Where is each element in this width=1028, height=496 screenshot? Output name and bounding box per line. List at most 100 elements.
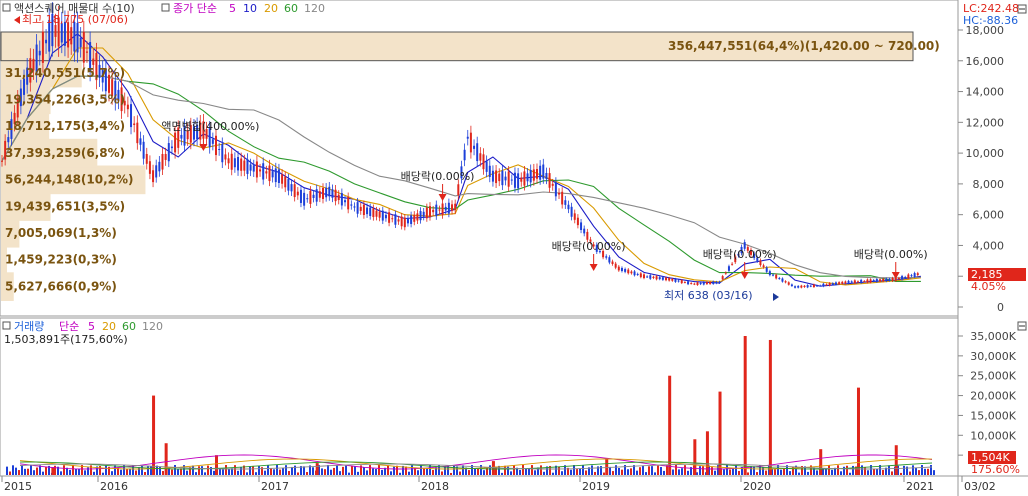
price-candle — [290, 184, 293, 192]
volume-bar — [105, 465, 107, 475]
volume-bar — [387, 465, 389, 475]
volume-bar — [645, 472, 647, 475]
volume-bar — [204, 472, 206, 475]
price-candle — [249, 164, 252, 171]
price-candle — [1, 160, 3, 162]
event-label: 배당락(0.00%) — [703, 248, 777, 261]
legend-checkbox[interactable] — [2, 321, 11, 330]
volume-bar — [762, 467, 764, 475]
volume-bar — [381, 469, 383, 475]
price-candle — [211, 139, 214, 144]
volume-spike-bar — [894, 445, 898, 475]
volume-bar — [789, 471, 791, 475]
volume-bar — [321, 468, 323, 475]
volume-bar — [342, 466, 344, 475]
price-candle — [545, 172, 548, 180]
price-candle — [875, 279, 878, 282]
price-candle — [853, 280, 856, 284]
volume-bar — [582, 465, 584, 475]
ma-period-10[interactable]: 10 — [243, 2, 257, 15]
price-candle — [576, 217, 579, 226]
volume-bar — [114, 465, 116, 475]
price-tick-label: 16,000 — [966, 55, 1005, 68]
vol-ma-period-5[interactable]: 5 — [88, 320, 95, 333]
price-candle — [765, 267, 768, 272]
vol-ma-period-60[interactable]: 60 — [122, 320, 136, 333]
volume-bar — [672, 469, 674, 475]
price-candle — [384, 214, 387, 219]
volume-bar — [102, 472, 104, 475]
price-candle — [885, 278, 888, 282]
volume-bar — [591, 465, 593, 475]
price-candle — [174, 132, 177, 153]
price-candle — [230, 153, 233, 170]
volume-bar — [702, 466, 704, 475]
legend-checkbox[interactable] — [2, 3, 11, 12]
volume-bar — [924, 468, 926, 475]
price-candle — [611, 261, 614, 265]
volume-ma-legend[interactable]: 단순 — [59, 320, 79, 333]
volume-bar — [444, 466, 446, 475]
price-candle — [690, 283, 693, 285]
price-candle — [375, 210, 378, 217]
price-candle — [438, 209, 441, 211]
price-candle — [473, 145, 476, 149]
volume-bar — [873, 468, 875, 475]
volume-spike-bar — [315, 463, 319, 475]
legend-checkbox[interactable] — [161, 3, 170, 12]
price-candle — [240, 158, 243, 171]
volume-bar — [636, 470, 638, 475]
volume-bar — [240, 467, 242, 475]
volume-bar — [513, 465, 515, 475]
volume-bar — [348, 472, 350, 475]
ma-period-60[interactable]: 60 — [284, 2, 298, 15]
price-candle — [214, 135, 217, 156]
volume-spike-bar — [743, 336, 747, 475]
price-candle — [819, 285, 822, 287]
volume-bar — [609, 466, 611, 475]
price-tick-label: 4,000 — [973, 239, 1005, 252]
price-candle — [507, 171, 510, 187]
vol-ma-period-120[interactable]: 120 — [142, 320, 163, 333]
price-candle — [233, 158, 236, 168]
price-candle — [463, 149, 466, 161]
price-candle — [608, 257, 611, 263]
price-candle — [328, 186, 331, 197]
volume-bar — [399, 472, 401, 475]
ma-period-5[interactable]: 5 — [229, 2, 236, 15]
volume-bar — [543, 471, 545, 475]
price-candle — [882, 278, 885, 282]
price-candle — [255, 161, 258, 178]
price-candle — [435, 204, 438, 217]
price-candle — [334, 189, 337, 202]
price-candle — [617, 266, 620, 271]
stock-chart[interactable]: 02,0004,0006,0008,00010,00012,00014,0001… — [0, 0, 1028, 496]
price-candle — [180, 134, 183, 139]
price-candle — [721, 276, 724, 280]
ma-period-20[interactable]: 20 — [264, 2, 278, 15]
volume-bar — [6, 466, 8, 475]
volume-bar — [639, 467, 641, 475]
volume-bar — [774, 469, 776, 475]
price-candle — [45, 39, 48, 44]
vol-ma-period-20[interactable]: 20 — [102, 320, 116, 333]
volume-bar — [111, 471, 113, 475]
volume-bar — [654, 472, 656, 475]
price-candle — [344, 200, 347, 203]
price-candle — [164, 153, 167, 160]
price-candle — [359, 206, 362, 211]
volume-bar — [426, 468, 428, 475]
ma-period-120[interactable]: 120 — [304, 2, 325, 15]
volume-spike-bar — [718, 391, 722, 475]
volume-profile-label: 7,005,069(1,3%) — [5, 226, 117, 240]
price-candle — [856, 281, 859, 283]
volume-bar — [42, 471, 44, 475]
volume-legend-title[interactable]: 거래량 — [14, 320, 44, 333]
price-ma-legend[interactable]: 종가 단순 — [173, 2, 217, 15]
price-candle — [517, 173, 520, 189]
price-candle — [488, 165, 491, 177]
volume-bar — [15, 467, 17, 475]
price-candle — [772, 274, 775, 276]
time-axis: 2015 2016 2017 2018 2019 2020 2021 03/02 — [1, 476, 996, 493]
price-candle — [447, 202, 450, 214]
